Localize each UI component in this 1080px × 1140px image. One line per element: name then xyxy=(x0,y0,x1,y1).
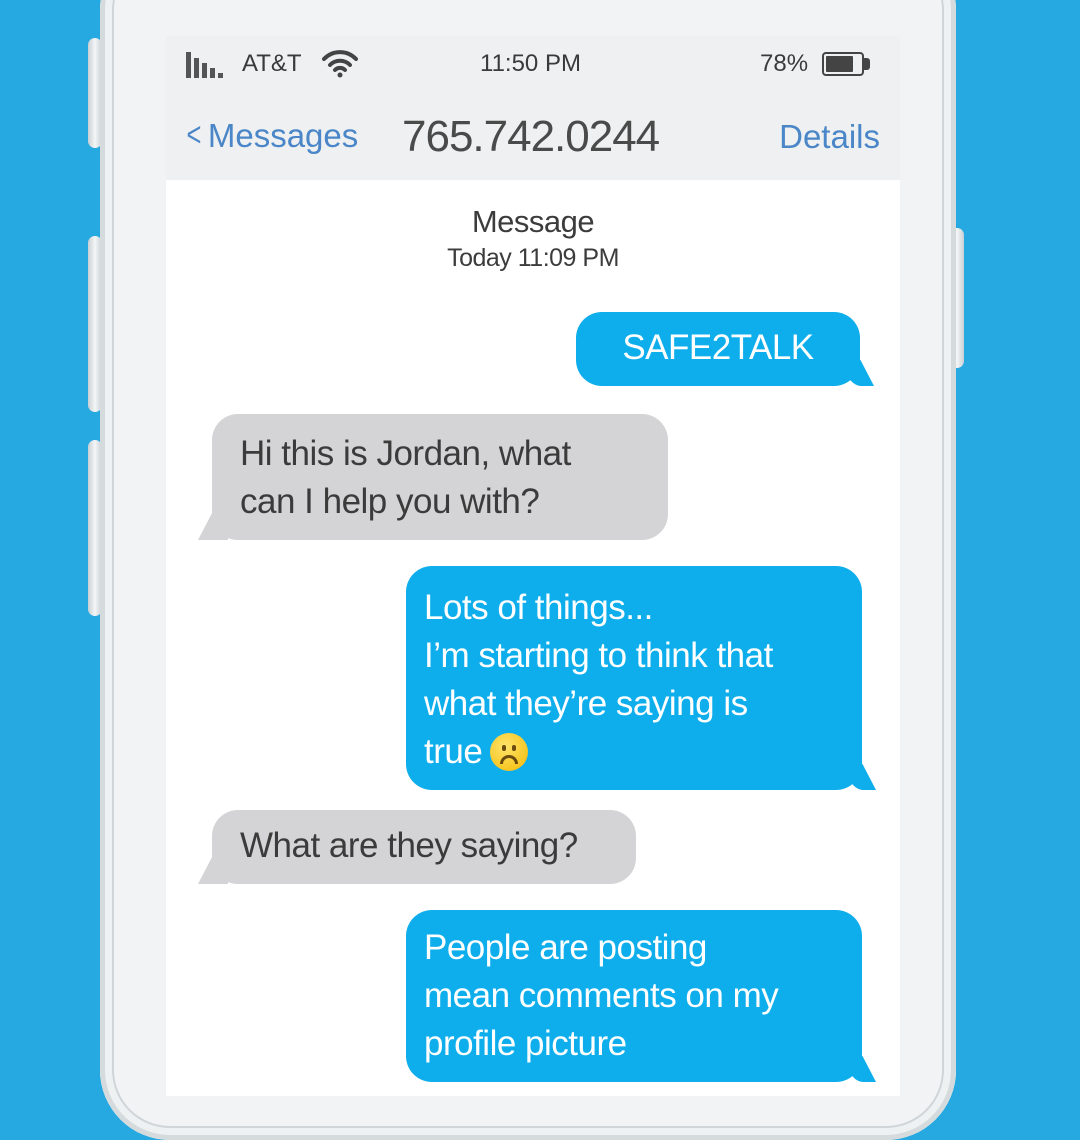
message-bubble-incoming[interactable]: Hi this is Jordan, what can I help you w… xyxy=(212,414,668,540)
message-text: true xyxy=(424,732,483,771)
message-text: mean comments on my xyxy=(424,976,779,1015)
message-text: can I help you with? xyxy=(240,482,540,521)
message-text: profile picture xyxy=(424,1024,627,1063)
battery-tip xyxy=(864,58,870,70)
details-button[interactable]: Details xyxy=(779,118,880,156)
message-text: People are posting xyxy=(424,928,707,967)
message-line-with-emoji: true xyxy=(424,728,842,776)
battery-percent: 78% xyxy=(760,50,809,77)
thread-header-title: Message xyxy=(471,204,595,239)
message-bubble-outgoing[interactable]: Lots of things... I’m starting to think … xyxy=(406,566,862,790)
carrier-label: AT&T xyxy=(242,50,302,77)
battery-fill xyxy=(826,56,853,72)
message-text: Hi this is Jordan, what xyxy=(240,434,571,473)
status-time: 11:50 PM xyxy=(480,50,581,77)
sad-face-emoji-icon xyxy=(490,733,529,771)
message-bubble-incoming[interactable]: What are they saying? xyxy=(212,810,636,884)
message-bubble-outgoing[interactable]: People are posting mean comments on my p… xyxy=(406,910,862,1082)
contact-number-title: 765.742.0244 xyxy=(402,112,660,161)
back-button[interactable]: < Messages xyxy=(184,116,358,155)
message-text: what they’re saying is xyxy=(424,684,748,723)
phone-screen: AT&T 11:50 PM 78% < Messages 765.742.024… xyxy=(166,36,900,1096)
nav-bar: < Messages 765.742.0244 Details xyxy=(166,96,900,180)
battery-icon xyxy=(822,52,864,76)
chevron-left-icon: < xyxy=(186,116,202,154)
message-text: SAFE2TALK xyxy=(622,328,814,367)
signal-bars-icon xyxy=(186,52,224,78)
message-text: I’m starting to think that xyxy=(424,636,773,675)
thread-header-timestamp: Today 11:09 PM xyxy=(447,244,619,272)
message-text: What are they saying? xyxy=(240,826,578,865)
message-text: Lots of things... xyxy=(424,588,653,627)
status-bar: AT&T 11:50 PM 78% xyxy=(166,36,900,96)
wifi-icon xyxy=(320,48,360,85)
message-bubble-outgoing[interactable]: SAFE2TALK xyxy=(576,312,860,386)
back-button-label: Messages xyxy=(207,116,359,154)
